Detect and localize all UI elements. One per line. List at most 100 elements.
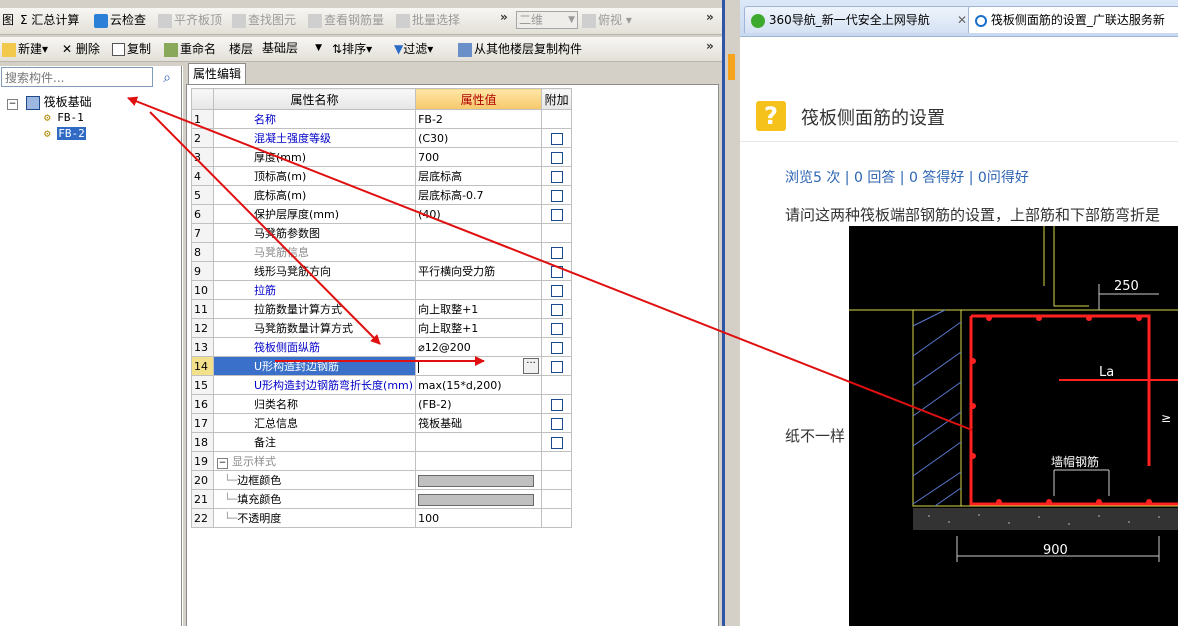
tree-item-fb1[interactable]: ⚙ FB-1 bbox=[44, 110, 84, 126]
property-value-cell[interactable]: FB-2 bbox=[415, 109, 543, 129]
tree-root[interactable]: − 筏板基础 bbox=[7, 94, 92, 110]
extra-checkbox[interactable] bbox=[550, 436, 563, 449]
property-name-cell[interactable]: 保护层厚度(mm) bbox=[212, 204, 417, 224]
rename-button[interactable]: 重命名 bbox=[164, 41, 216, 57]
property-value-cell[interactable] bbox=[415, 242, 543, 262]
property-name-cell[interactable]: 汇总信息 bbox=[212, 413, 417, 433]
property-row[interactable]: 12 马凳筋数量计算方式 向上取整+1 bbox=[191, 318, 573, 338]
collapse-icon[interactable]: − bbox=[7, 99, 18, 110]
property-value-cell[interactable]: 700 bbox=[415, 147, 543, 167]
toolbar-overflow-icon-3[interactable]: » bbox=[706, 39, 714, 53]
property-name-cell[interactable]: └─填充颜色 bbox=[212, 489, 417, 509]
extra-checkbox[interactable] bbox=[550, 132, 563, 145]
property-row[interactable]: 1 名称 FB-2 bbox=[191, 109, 573, 129]
question-stats[interactable]: 浏览5 次 | 0 回答 | 0 答得好 | 0问得好 bbox=[785, 167, 1029, 187]
property-row[interactable]: 16 归类名称 (FB-2) bbox=[191, 394, 573, 414]
property-value-cell[interactable]: (FB-2) bbox=[415, 394, 543, 414]
property-value-cell[interactable]: max(15*d,200) bbox=[415, 375, 543, 395]
extra-checkbox[interactable] bbox=[550, 284, 563, 297]
property-name-cell[interactable]: 混凝土强度等级 bbox=[212, 128, 417, 148]
property-row[interactable]: 22 └─不透明度 100 bbox=[191, 508, 573, 528]
property-value-cell[interactable]: 平行横向受力筋 bbox=[415, 261, 543, 281]
view-menu[interactable]: 图 bbox=[2, 12, 14, 28]
property-name-cell[interactable]: 顶标高(m) bbox=[212, 166, 417, 186]
find-element-button[interactable]: 查找图元 bbox=[232, 12, 296, 28]
property-name-cell[interactable]: 拉筋 bbox=[212, 280, 417, 300]
property-row[interactable]: 9 线形马凳筋方向 平行横向受力筋 bbox=[191, 261, 573, 281]
property-name-cell[interactable]: └─边框颜色 bbox=[212, 470, 417, 490]
property-row[interactable]: 19− 显示样式 bbox=[191, 451, 573, 471]
close-icon[interactable]: ✕ bbox=[957, 7, 967, 33]
grid-header-value[interactable]: 属性值 bbox=[415, 88, 543, 110]
property-value-cell[interactable]: (C30) bbox=[415, 128, 543, 148]
property-value-cell[interactable] bbox=[415, 451, 543, 471]
view-rebar-qty-button[interactable]: 查看钢筋量 bbox=[308, 12, 384, 28]
toolbar-overflow-icon-2[interactable]: » bbox=[706, 10, 714, 24]
property-value-cell[interactable]: 层底标高-0.7 bbox=[415, 185, 543, 205]
extra-checkbox[interactable] bbox=[550, 417, 563, 430]
property-row[interactable]: 3 厚度(mm) 700 bbox=[191, 147, 573, 167]
extra-checkbox[interactable] bbox=[550, 322, 563, 335]
property-row[interactable]: 6 保护层厚度(mm) (40) bbox=[191, 204, 573, 224]
property-name-cell[interactable]: 厚度(mm) bbox=[212, 147, 417, 167]
copy-from-floor-button[interactable]: 从其他楼层复制构件 bbox=[458, 41, 582, 57]
new-button[interactable]: 新建▾ bbox=[2, 41, 48, 57]
summary-calc-button[interactable]: Σ 汇总计算 bbox=[20, 12, 79, 28]
property-name-cell[interactable]: U形构造封边钢筋弯折长度(mm) bbox=[212, 375, 417, 395]
property-row[interactable]: 14 U形构造封边钢筋 ··· bbox=[191, 356, 573, 376]
property-name-cell[interactable]: 马凳筋数量计算方式 bbox=[212, 318, 417, 338]
property-name-cell[interactable]: 筏板侧面纵筋 bbox=[212, 337, 417, 357]
toolbar-overflow-icon[interactable]: » bbox=[500, 10, 508, 24]
property-value-cell[interactable] bbox=[415, 432, 543, 452]
property-value-cell[interactable]: 筏板基础 bbox=[415, 413, 543, 433]
tab-property-editor[interactable]: 属性编辑 bbox=[188, 63, 246, 84]
copy-button[interactable]: 复制 bbox=[112, 41, 151, 57]
grid-header-extra[interactable]: 附加 bbox=[541, 88, 573, 110]
property-row[interactable]: 20 └─边框颜色 bbox=[191, 470, 573, 490]
property-name-cell[interactable]: └─不透明度 bbox=[212, 508, 417, 528]
extra-checkbox[interactable] bbox=[550, 303, 563, 316]
property-name-cell[interactable]: 线形马凳筋方向 bbox=[212, 261, 417, 281]
property-row[interactable]: 10 拉筋 bbox=[191, 280, 573, 300]
align-slab-top-button[interactable]: 平齐板顶 bbox=[158, 12, 222, 28]
property-value-cell[interactable] bbox=[415, 280, 543, 300]
view-mode-button[interactable]: 俯视 ▾ bbox=[582, 12, 632, 28]
extra-checkbox[interactable] bbox=[550, 170, 563, 183]
property-name-cell[interactable]: 名称 bbox=[212, 109, 417, 129]
browser-tab-1[interactable]: 360导航_新一代安全上网导航 ✕ bbox=[744, 6, 972, 33]
floor-select[interactable]: 基础层 ▼ bbox=[260, 40, 324, 56]
property-value-cell[interactable]: 层底标高 bbox=[415, 166, 543, 186]
ellipsis-button[interactable]: ··· bbox=[523, 358, 540, 374]
search-icon[interactable]: ⌕ bbox=[158, 69, 176, 87]
property-name-cell[interactable]: U形构造封边钢筋 bbox=[212, 356, 417, 376]
property-row[interactable]: 15 U形构造封边钢筋弯折长度(mm) max(15*d,200) bbox=[191, 375, 573, 395]
property-name-cell[interactable]: 拉筋数量计算方式 bbox=[212, 299, 417, 319]
property-value-cell[interactable]: ⌀12@200 bbox=[415, 337, 543, 357]
property-name-cell[interactable]: 马凳筋信息 bbox=[212, 242, 417, 262]
property-name-cell[interactable]: 底标高(m) bbox=[212, 185, 417, 205]
property-row[interactable]: 7 马凳筋参数图 bbox=[191, 223, 573, 243]
pin-tab[interactable] bbox=[728, 54, 735, 80]
property-row[interactable]: 13 筏板侧面纵筋 ⌀12@200 bbox=[191, 337, 573, 357]
view-dimension-select[interactable]: 二维 ▼ bbox=[516, 11, 578, 29]
property-value-cell[interactable]: (40) bbox=[415, 204, 543, 224]
property-name-cell[interactable]: 备注 bbox=[212, 432, 417, 452]
property-value-cell[interactable]: 向上取整+1 bbox=[415, 299, 543, 319]
tree-item-fb2[interactable]: ⚙ FB-2 bbox=[44, 126, 86, 142]
extra-checkbox[interactable] bbox=[550, 398, 563, 411]
extra-checkbox[interactable] bbox=[550, 265, 563, 278]
filter-button[interactable]: ▼过滤▾ bbox=[394, 41, 433, 57]
property-row[interactable]: 21 └─填充颜色 bbox=[191, 489, 573, 509]
property-row[interactable]: 2 混凝土强度等级 (C30) bbox=[191, 128, 573, 148]
property-row[interactable]: 17 汇总信息 筏板基础 bbox=[191, 413, 573, 433]
color-swatch[interactable] bbox=[418, 474, 535, 487]
property-name-cell[interactable]: 马凳筋参数图 bbox=[212, 223, 417, 243]
extra-checkbox[interactable] bbox=[550, 208, 563, 221]
property-value-cell[interactable]: 100 bbox=[415, 508, 543, 528]
property-name-cell[interactable]: 归类名称 bbox=[212, 394, 417, 414]
property-value-cell[interactable] bbox=[415, 489, 543, 509]
property-row[interactable]: 5 底标高(m) 层底标高-0.7 bbox=[191, 185, 573, 205]
color-swatch[interactable] bbox=[418, 493, 535, 506]
property-row[interactable]: 4 顶标高(m) 层底标高 bbox=[191, 166, 573, 186]
browser-tab-2[interactable]: 筏板侧面筋的设置_广联达服务新 bbox=[968, 6, 1178, 33]
